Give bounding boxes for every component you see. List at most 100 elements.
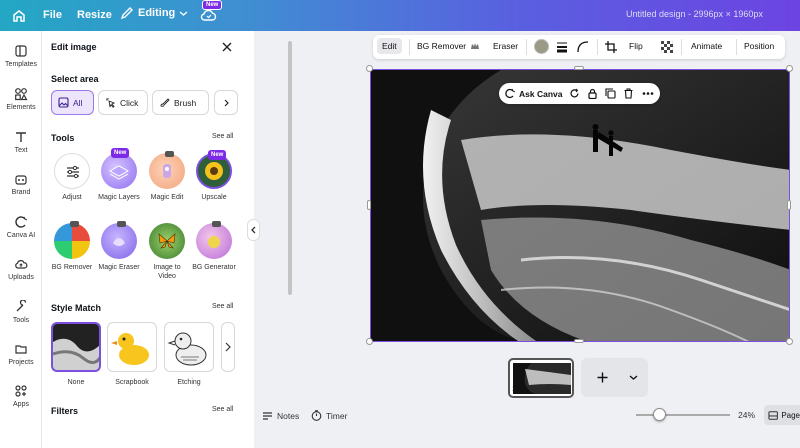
chevron-down-icon	[629, 375, 638, 380]
crown-icon	[212, 221, 221, 227]
animate-button[interactable]: Animate	[691, 41, 722, 51]
select-all-button[interactable]: All	[51, 90, 94, 115]
image-icon	[58, 97, 69, 108]
editing-mode-dropdown[interactable]: Editing	[120, 6, 188, 20]
pages-button[interactable]: Pages	[764, 405, 800, 425]
style-more-card[interactable]	[221, 322, 235, 372]
transparency-icon[interactable]	[661, 41, 673, 53]
tool-magic-edit[interactable]: Magic Edit	[144, 151, 190, 202]
rail-item-tools[interactable]: Tools	[0, 300, 42, 324]
design-canvas[interactable]	[370, 69, 790, 342]
brand-icon	[15, 175, 27, 185]
style-label: Scrapbook	[115, 379, 149, 386]
new-badge: New	[202, 0, 223, 10]
bg-remover-button[interactable]: BG Remover	[417, 41, 466, 51]
position-button[interactable]: Position	[744, 41, 774, 51]
tool-magic-layers[interactable]: New Magic Layers	[96, 148, 142, 202]
resize-handle-right[interactable]	[787, 200, 791, 210]
rail-item-templates[interactable]: Templates	[0, 44, 42, 68]
tool-upscale[interactable]: New Upscale	[191, 150, 237, 202]
tool-magic-eraser[interactable]: Magic Eraser	[96, 221, 142, 272]
rail-label: Text	[14, 147, 28, 154]
tool-bg-remover[interactable]: BG Remover	[49, 221, 95, 272]
home-icon[interactable]	[11, 8, 27, 24]
rail-item-canva-ai[interactable]: Canva AI	[0, 215, 42, 239]
flip-button[interactable]: Flip	[629, 41, 643, 51]
plus-icon	[597, 372, 608, 383]
rail-item-uploads[interactable]: Uploads	[0, 257, 42, 281]
document-title[interactable]: Untitled design - 2996px × 1960px	[626, 9, 763, 19]
panel-scrollbar[interactable]	[288, 41, 292, 295]
divider	[597, 39, 598, 55]
tools-see-all-link[interactable]: See all	[212, 133, 233, 140]
add-page-button[interactable]	[581, 358, 648, 397]
rail-item-apps[interactable]: Apps	[0, 384, 42, 408]
select-brush-button[interactable]: Brush	[152, 90, 209, 115]
crown-icon	[117, 221, 126, 227]
zoom-level[interactable]: 24%	[738, 410, 755, 420]
style-etching-card[interactable]	[164, 322, 214, 372]
crop-icon[interactable]	[605, 41, 617, 53]
elements-icon	[15, 88, 28, 101]
tool-adjust[interactable]: Adjust	[49, 153, 95, 202]
context-toolbar: Edit BG Remover Eraser Flip Animate Posi…	[373, 35, 785, 59]
templates-icon	[15, 45, 27, 57]
edit-button[interactable]: Edit	[377, 38, 402, 54]
style-see-all-link[interactable]: See all	[212, 303, 233, 310]
divider	[681, 39, 682, 55]
collapse-panel-button[interactable]	[247, 219, 260, 241]
resize-handle-left[interactable]	[367, 200, 371, 210]
projects-icon	[15, 345, 27, 354]
crown-icon	[471, 43, 479, 49]
resize-handle-top-right[interactable]	[786, 65, 793, 72]
regenerate-icon[interactable]	[569, 88, 580, 99]
file-menu[interactable]: File	[43, 9, 62, 21]
zoom-slider-track[interactable]	[636, 414, 730, 416]
canva-ai-icon	[15, 216, 28, 228]
style-scrapbook-card[interactable]	[107, 322, 157, 372]
line-weight-icon[interactable]	[556, 41, 568, 53]
resize-handle-top-left[interactable]	[366, 65, 373, 72]
new-badge: New	[208, 150, 227, 161]
resize-handle-bottom-left[interactable]	[366, 338, 373, 345]
resize-handle-bottom[interactable]	[574, 339, 584, 343]
resize-handle-bottom-right[interactable]	[786, 338, 793, 345]
left-rail: Templates Elements Text Brand Canva AI U…	[0, 31, 42, 448]
style-label: None	[67, 379, 85, 386]
rail-label: Canva AI	[6, 232, 36, 239]
resize-handle-top[interactable]	[574, 66, 584, 70]
resize-menu[interactable]: Resize	[77, 9, 112, 21]
style-none-card[interactable]	[51, 322, 101, 372]
duplicate-icon[interactable]	[605, 88, 616, 99]
timer-button[interactable]: Timer	[311, 410, 347, 421]
rail-item-projects[interactable]: Projects	[0, 342, 42, 366]
rail-item-elements[interactable]: Elements	[0, 87, 42, 111]
more-options-icon[interactable]	[642, 88, 654, 99]
select-click-button[interactable]: Click	[98, 90, 148, 115]
eraser-button[interactable]: Eraser	[493, 41, 518, 51]
rail-item-text[interactable]: Text	[0, 130, 42, 154]
cursor-click-icon	[106, 98, 116, 108]
chevron-right-icon	[224, 99, 229, 106]
color-swatch[interactable]	[534, 39, 549, 54]
corner-rounding-icon[interactable]	[577, 41, 589, 53]
tool-label: BG Generator	[192, 264, 236, 271]
trash-icon[interactable]	[623, 88, 634, 99]
tool-image-to-video[interactable]: Image to Video	[144, 223, 190, 282]
filters-see-all-link[interactable]: See all	[212, 406, 233, 413]
pages-label: Pages	[781, 410, 800, 420]
zoom-slider-knob[interactable]	[653, 408, 666, 421]
page-number: 1	[512, 386, 516, 393]
rail-label: Tools	[12, 317, 30, 324]
tool-bg-generator[interactable]: BG Generator	[191, 221, 237, 272]
style-none-thumbnail	[53, 324, 99, 370]
select-all-label: All	[73, 97, 83, 108]
lock-icon[interactable]	[587, 88, 598, 99]
divider	[736, 39, 737, 55]
ask-canva-button[interactable]: Ask Canva	[519, 89, 562, 99]
rail-item-brand[interactable]: Brand	[0, 172, 42, 196]
close-icon[interactable]	[222, 42, 232, 52]
page-thumbnail[interactable]: 1	[508, 358, 574, 398]
select-more-button[interactable]	[214, 90, 238, 115]
notes-button[interactable]: Notes	[262, 410, 299, 421]
